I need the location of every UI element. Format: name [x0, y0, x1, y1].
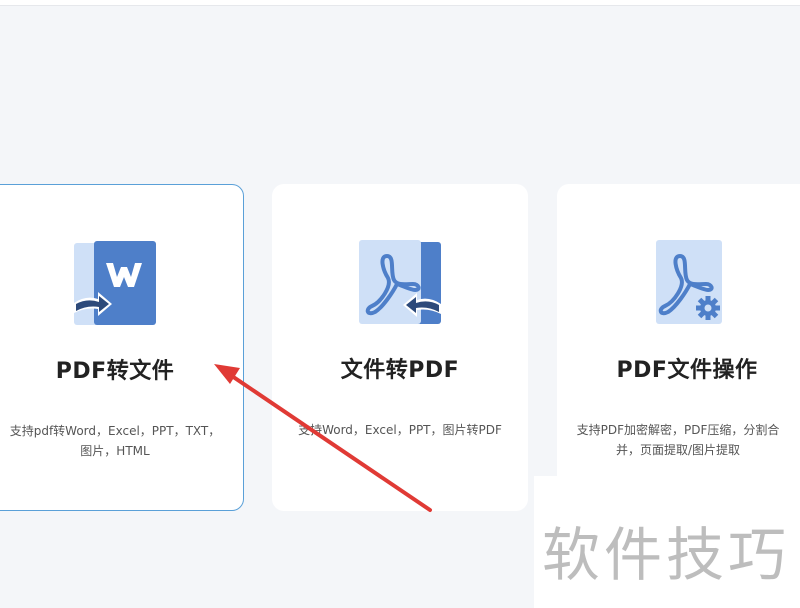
card-description-line: 支持Word，Excel，PPT，图片转PDF [298, 423, 502, 437]
card-description-line: 支持pdf转Word，Excel，PPT，TXT， [9, 424, 221, 438]
card-title: PDF文件操作 [616, 358, 758, 383]
card-description-line: 图片，HTML [80, 444, 150, 458]
card-pdf-to-file[interactable]: PDF转文件 支持pdf转Word，Excel，PPT，TXT， 图片，HTML [0, 184, 244, 511]
top-bar [0, 0, 800, 6]
pdf-convert-icon [359, 240, 441, 324]
card-description: 支持PDF加密解密，PDF压缩，分割合 并，页面提取/图片提取 [573, 420, 783, 460]
card-description-line: 并，页面提取/图片提取 [615, 443, 741, 457]
pdf-settings-icon [656, 240, 722, 324]
card-title: PDF转文件 [55, 359, 175, 384]
card-title: 文件转PDF [340, 358, 460, 383]
card-pdf-operations[interactable]: PDF文件操作 支持PDF加密解密，PDF压缩，分割合 并，页面提取/图片提取 [557, 184, 800, 511]
card-description-line: 支持PDF加密解密，PDF压缩，分割合 [576, 423, 780, 437]
watermark-text: 软件技巧 [542, 521, 791, 589]
word-convert-icon [74, 241, 156, 325]
card-description: 支持Word，Excel，PPT，图片转PDF [282, 420, 518, 440]
card-description: 支持pdf转Word，Excel，PPT，TXT， 图片，HTML [5, 421, 225, 461]
card-file-to-pdf[interactable]: 文件转PDF 支持Word，Excel，PPT，图片转PDF [272, 184, 528, 511]
